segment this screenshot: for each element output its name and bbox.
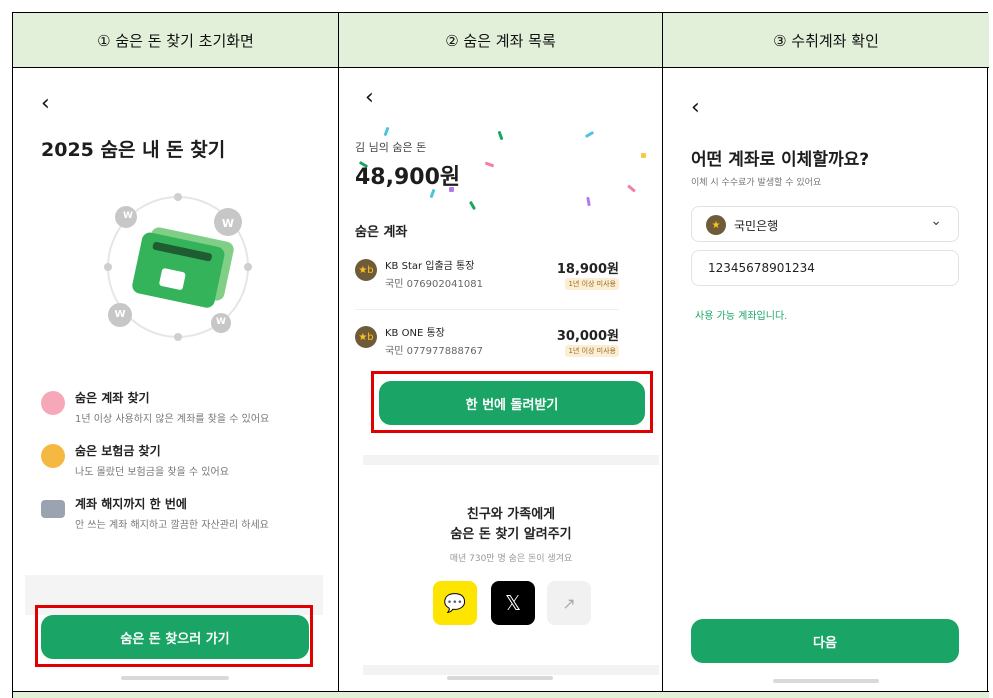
section-separator [363,455,659,465]
page-title: 어떤 계좌로 이체할까요? [691,150,870,170]
account-number-value: 12345678901234 [708,261,815,275]
coin-icon: W [216,317,226,327]
account-number: 국민 076902041081 [385,279,483,290]
confetti [383,126,390,137]
account-item[interactable]: ★b KB Star 입출금 통장 국민 076902041081 18,900… [355,255,619,305]
screen-hidden-account-list: ‹ 김 님의 숨은 돈 48,900원 숨은 계좌 ★b KB Star 입출금… [339,69,662,689]
kb-bank-icon: ★ [706,215,726,235]
home-indicator [447,676,553,680]
highlight-box [35,605,313,667]
home-indicator [121,676,229,680]
column-header-2: ② 숨은 계좌 목록 [339,13,663,68]
comparison-table: ① 숨은 돈 찾기 초기화면 ② 숨은 계좌 목록 ③ 수취계좌 확인 ‹ 20… [12,12,989,698]
hidden-amount: 48,900원 [355,165,461,190]
account-name: KB ONE 통장 [385,328,445,339]
owner-label: 김 님의 숨은 돈 [355,141,427,154]
highlight-box [371,371,653,433]
money-bag-icon [41,444,65,468]
confetti [627,184,636,193]
hero-wallet-illustration [104,193,252,341]
validation-message: 사용 가능 계좌입니다. [695,311,788,322]
share-title: 숨은 돈 찾기 알려주기 [450,527,572,542]
feature-desc: 안 쓰는 계좌 해지하고 깔끔한 자산관리 하세요 [75,520,269,531]
next-button[interactable]: 다음 [691,619,959,663]
account-amount: 18,900원 [556,262,619,277]
dormant-badge: 1년 이상 미사용 [565,278,619,290]
share-subtitle: 매년 730만 명 숨은 돈이 생겨요 [449,554,573,564]
kakao-talk-icon[interactable]: 💬 [433,581,477,625]
column-header-3: ③ 수취계좌 확인 [663,13,989,68]
dormant-badge: 1년 이상 미사용 [565,345,619,357]
bank-name: 국민은행 [734,219,779,233]
feature-desc: 나도 몰랐던 보험금을 찾을 수 있어요 [75,467,229,478]
share-title: 친구와 가족에게 [466,507,556,522]
feature-title: 숨은 보험금 찾기 [75,444,161,458]
share-icon[interactable]: ↗ [547,581,591,625]
confetti [584,130,595,139]
coin-icon: W [114,309,126,320]
feature-item: 숨은 계좌 찾기 1년 이상 사용하지 않은 계좌를 찾을 수 있어요 [41,389,269,425]
confetti [641,153,646,158]
feature-item: 계좌 해지까지 한 번에 안 쓰는 계좌 해지하고 깔끔한 자산관리 하세요 [41,495,269,531]
table-footer-band [13,691,989,698]
account-item[interactable]: ★b KB ONE 통장 국민 077977888767 30,000원 1년 … [355,322,619,372]
page-title: 2025 숨은 내 돈 찾기 [41,139,226,161]
confetti [468,200,477,211]
column-header-1: ① 숨은 돈 찾기 초기화면 [13,13,339,68]
divider [355,309,619,310]
feature-title: 계좌 해지까지 한 번에 [75,497,187,511]
confetti [484,161,495,168]
section-separator [363,665,659,675]
screen-hidden-money-intro: ‹ 2025 숨은 내 돈 찾기 W W W W 숨은 계좌 찾기 1년 이상 … [13,69,338,689]
account-name: KB Star 입출금 통장 [385,261,475,272]
screen-receiving-account: ‹ 어떤 계좌로 이체할까요? 이체 시 수수료가 발생할 수 있어요 ★ 국민… [663,69,989,689]
section-title: 숨은 계좌 [355,225,408,240]
account-number-input[interactable]: 12345678901234 [691,250,959,286]
account-amount: 30,000원 [556,329,619,344]
coin-icon: W [123,211,133,221]
confetti [497,130,504,141]
feature-desc: 1년 이상 사용하지 않은 계좌를 찾을 수 있어요 [75,414,270,425]
feature-title: 숨은 계좌 찾기 [75,391,150,405]
back-button[interactable]: ‹ [691,97,700,119]
page-subtitle: 이체 시 수수료가 발생할 수 있어요 [691,178,822,188]
kb-bank-icon: ★b [355,259,377,281]
home-indicator [773,679,879,683]
back-button[interactable]: ‹ [365,87,374,109]
coin-icon: W [221,217,235,230]
x-logo-icon[interactable]: 𝕏 [491,581,535,625]
kb-bank-icon: ★b [355,326,377,348]
account-number: 국민 077977888767 [385,346,483,357]
card-icon [41,500,65,518]
piggy-bank-icon [41,391,65,415]
bank-select[interactable]: ★ 국민은행 ⌄ [691,206,959,242]
feature-item: 숨은 보험금 찾기 나도 몰랐던 보험금을 찾을 수 있어요 [41,442,229,478]
confetti [586,196,591,207]
back-button[interactable]: ‹ [41,93,50,115]
chevron-down-icon: ⌄ [930,213,942,229]
